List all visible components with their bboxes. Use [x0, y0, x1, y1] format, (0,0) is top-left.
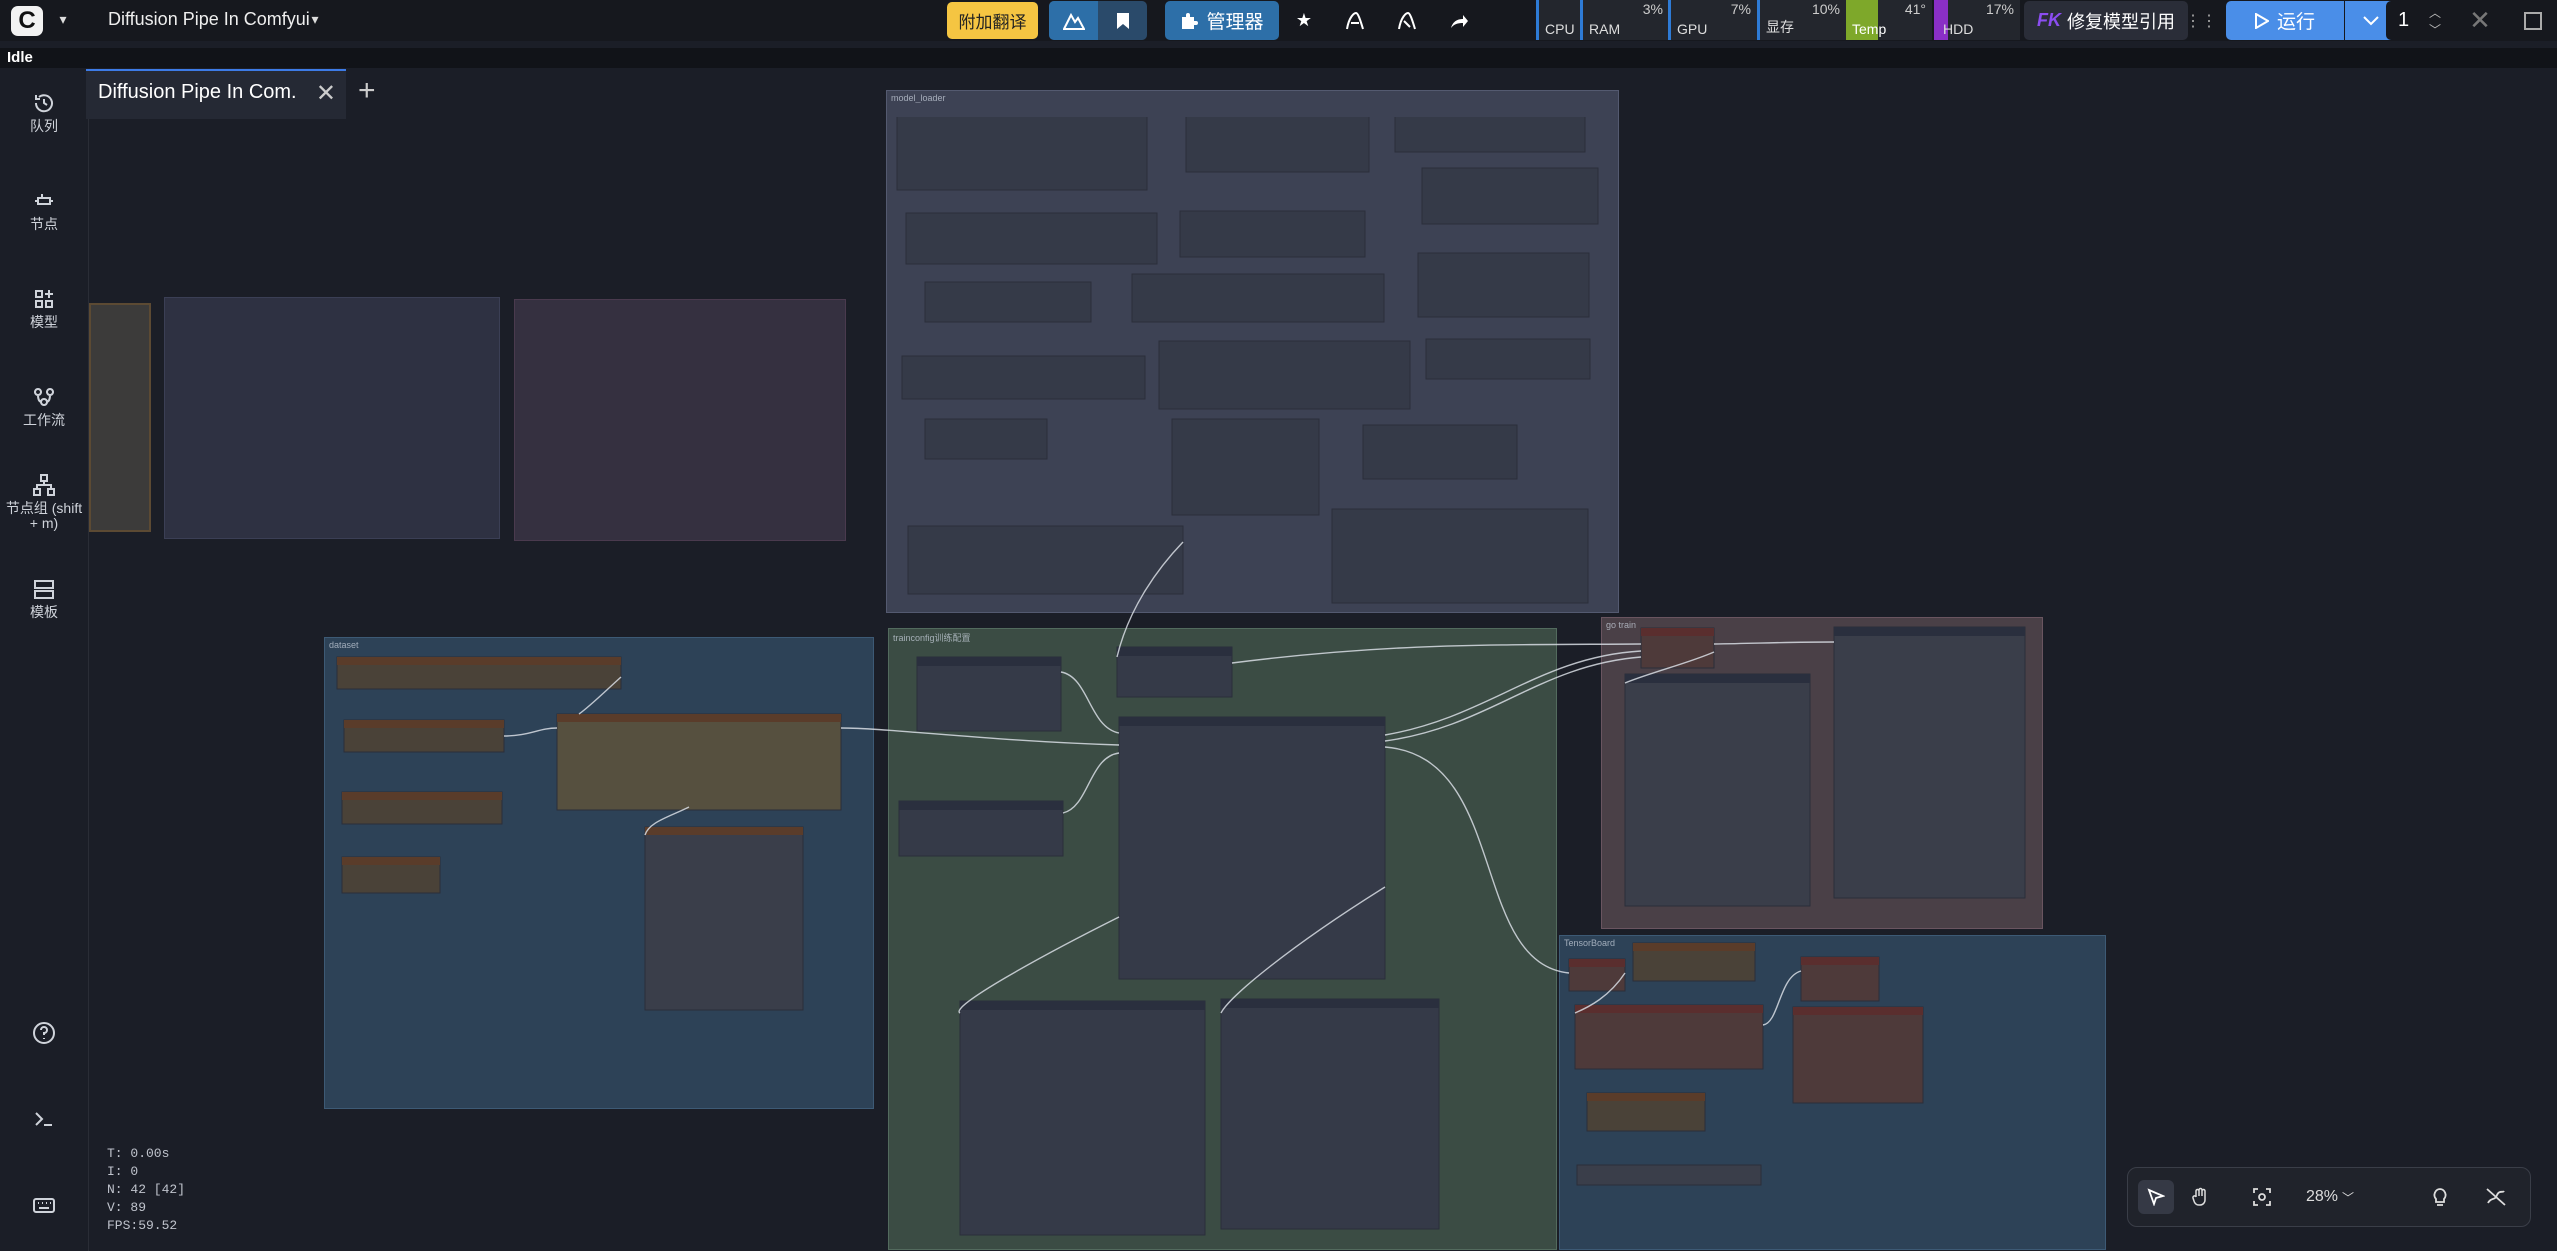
render-stats: T: 0.00s I: 0 N: 42 [42] V: 89 FPS:59.52 — [107, 1145, 185, 1235]
status-bar: Idle — [0, 48, 2557, 68]
stat-v: V: 89 — [107, 1200, 147, 1215]
drag-handle-icon[interactable]: ⋮⋮ — [2185, 1, 2217, 40]
vram-monitor: 显存 10% — [1757, 0, 1846, 40]
template-icon — [34, 580, 54, 599]
chevron-down-icon: ﹀ — [2342, 1190, 2355, 1205]
sidebar-item-models[interactable]: 模型 — [0, 287, 88, 330]
model-loader-node[interactable] — [896, 117, 1148, 191]
ram-value: 3% — [1642, 1, 1663, 17]
vram-label: 显存 — [1766, 19, 1794, 35]
models-icon[interactable] — [1388, 1, 1426, 40]
sidebar-item-workflows[interactable]: 工作流 — [0, 385, 88, 428]
canvas-toolbar: 28% ﹀ — [2127, 1167, 2531, 1227]
temp-value: 41° — [1904, 1, 1926, 17]
batch-stepper[interactable]: ︿ ﹀ — [2424, 1, 2446, 40]
close-icon[interactable]: ✕ — [2462, 1, 2498, 40]
play-icon — [2254, 12, 2269, 29]
fix-models-label: 修复模型引用 — [2067, 11, 2175, 32]
help-icon[interactable] — [0, 1021, 88, 1049]
sidebar-item-label: 节点 — [30, 216, 58, 232]
gpu-value: 7% — [1730, 1, 1751, 17]
workflow-icon — [34, 388, 54, 406]
stat-time: T: 0.00s — [107, 1146, 170, 1161]
new-tab-plus-icon[interactable]: + — [358, 75, 376, 107]
decrement-icon[interactable]: ﹀ — [2429, 21, 2441, 38]
ram-monitor: RAM 3% — [1580, 0, 1669, 40]
zoom-level-value: 28% — [2305, 1188, 2338, 1205]
ram-label: RAM — [1589, 21, 1621, 37]
fk-logo-icon: FK — [2037, 10, 2061, 30]
translate-button[interactable]: 附加翻译 — [947, 2, 1038, 39]
workflow-menu-chevron-icon[interactable]: ▾ — [306, 8, 324, 30]
manager-label: 管理器 — [1206, 12, 1264, 33]
gpu-monitor: GPU 7% — [1668, 0, 1757, 40]
node-icon — [35, 194, 53, 205]
sidebar-item-label: 队列 — [30, 118, 58, 134]
side-toolbar: 队列 节点 模型 工作流 节点组 (shift + m) 模板 — [0, 69, 89, 1251]
run-button[interactable]: 运行 — [2226, 1, 2344, 40]
sidebar-item-label: 节点组 (shift + m) — [5, 500, 83, 531]
increment-icon[interactable]: ︿ — [2429, 4, 2441, 21]
fit-view-icon[interactable] — [2244, 1180, 2280, 1214]
mountain-icon[interactable] — [1049, 1, 1098, 40]
manager-button[interactable]: 管理器 — [1165, 1, 1279, 40]
temp-monitor: Temp 41° — [1846, 0, 1932, 40]
temp-label: Temp — [1852, 21, 1887, 37]
graph-canvas[interactable]: model_loader dataset trainconfig训练配置 go … — [89, 90, 2557, 1251]
sidebar-item-node-groups[interactable]: 节点组 (shift + m) — [0, 473, 88, 531]
custom-nodes-icon[interactable] — [1336, 1, 1374, 40]
hand-pan-icon[interactable] — [2182, 1180, 2218, 1214]
tab-label: Diffusion Pipe In Com... — [98, 81, 298, 103]
sidebar-item-label: 模板 — [30, 604, 58, 620]
node-group-icon — [33, 474, 55, 496]
status-text: Idle — [7, 49, 33, 66]
run-label: 运行 — [2276, 12, 2315, 33]
hdd-label: HDD — [1943, 21, 1974, 37]
stat-i: I: 0 — [107, 1164, 139, 1179]
workflow-title[interactable]: Diffusion Pipe In Comfyui — [108, 8, 310, 30]
fix-models-button[interactable]: FK 修复模型引用 — [2024, 1, 2188, 40]
puzzle-icon — [1180, 12, 1199, 30]
vram-value: 10% — [1811, 1, 1840, 17]
cpu-label: CPU — [1545, 21, 1575, 37]
sidebar-item-nodes[interactable]: 节点 — [0, 189, 88, 232]
tab-workflow[interactable]: Diffusion Pipe In Com... ✕ — [86, 69, 346, 119]
hdd-monitor: HDD 17% — [1934, 0, 2020, 40]
terminal-icon[interactable] — [0, 1107, 88, 1135]
star-icon[interactable]: ★ — [1285, 1, 1323, 40]
sidebar-item-label: 工作流 — [23, 412, 65, 428]
hdd-value: 17% — [1985, 1, 2014, 17]
chevron-down-icon[interactable]: ▾ — [54, 8, 72, 30]
tab-close-icon[interactable]: ✕ — [316, 81, 336, 107]
hide-links-icon[interactable] — [2478, 1180, 2514, 1214]
sidebar-item-label: 模型 — [30, 314, 58, 330]
toolbar-group-left — [1049, 1, 1147, 40]
sidebar-item-queue[interactable]: 队列 — [0, 91, 88, 134]
model-icon — [35, 290, 53, 308]
comfy-logo-icon[interactable]: C — [11, 6, 43, 36]
history-icon — [34, 94, 53, 113]
sidebar-item-templates[interactable]: 模板 — [0, 577, 88, 620]
stat-nodes: N: 42 [42] — [107, 1182, 186, 1197]
zoom-level-dropdown[interactable]: 28% ﹀ — [2290, 1180, 2370, 1214]
select-cursor-icon[interactable] — [2138, 1180, 2174, 1214]
top-menu-bar: C ▾ Diffusion Pipe In Comfyui ▾ 附加翻译 管理器… — [0, 0, 2557, 41]
gpu-label: GPU — [1677, 21, 1708, 37]
lightbulb-icon[interactable] — [2422, 1180, 2458, 1214]
fullscreen-icon[interactable] — [2518, 1, 2548, 40]
nodes-layer[interactable] — [89, 117, 2557, 1251]
keyboard-icon[interactable] — [0, 1193, 88, 1221]
bookmark-icon[interactable] — [1098, 1, 1147, 40]
stat-fps: FPS:59.52 — [107, 1218, 178, 1233]
share-icon[interactable] — [1440, 1, 1478, 40]
group-title: model_loader — [891, 93, 946, 103]
